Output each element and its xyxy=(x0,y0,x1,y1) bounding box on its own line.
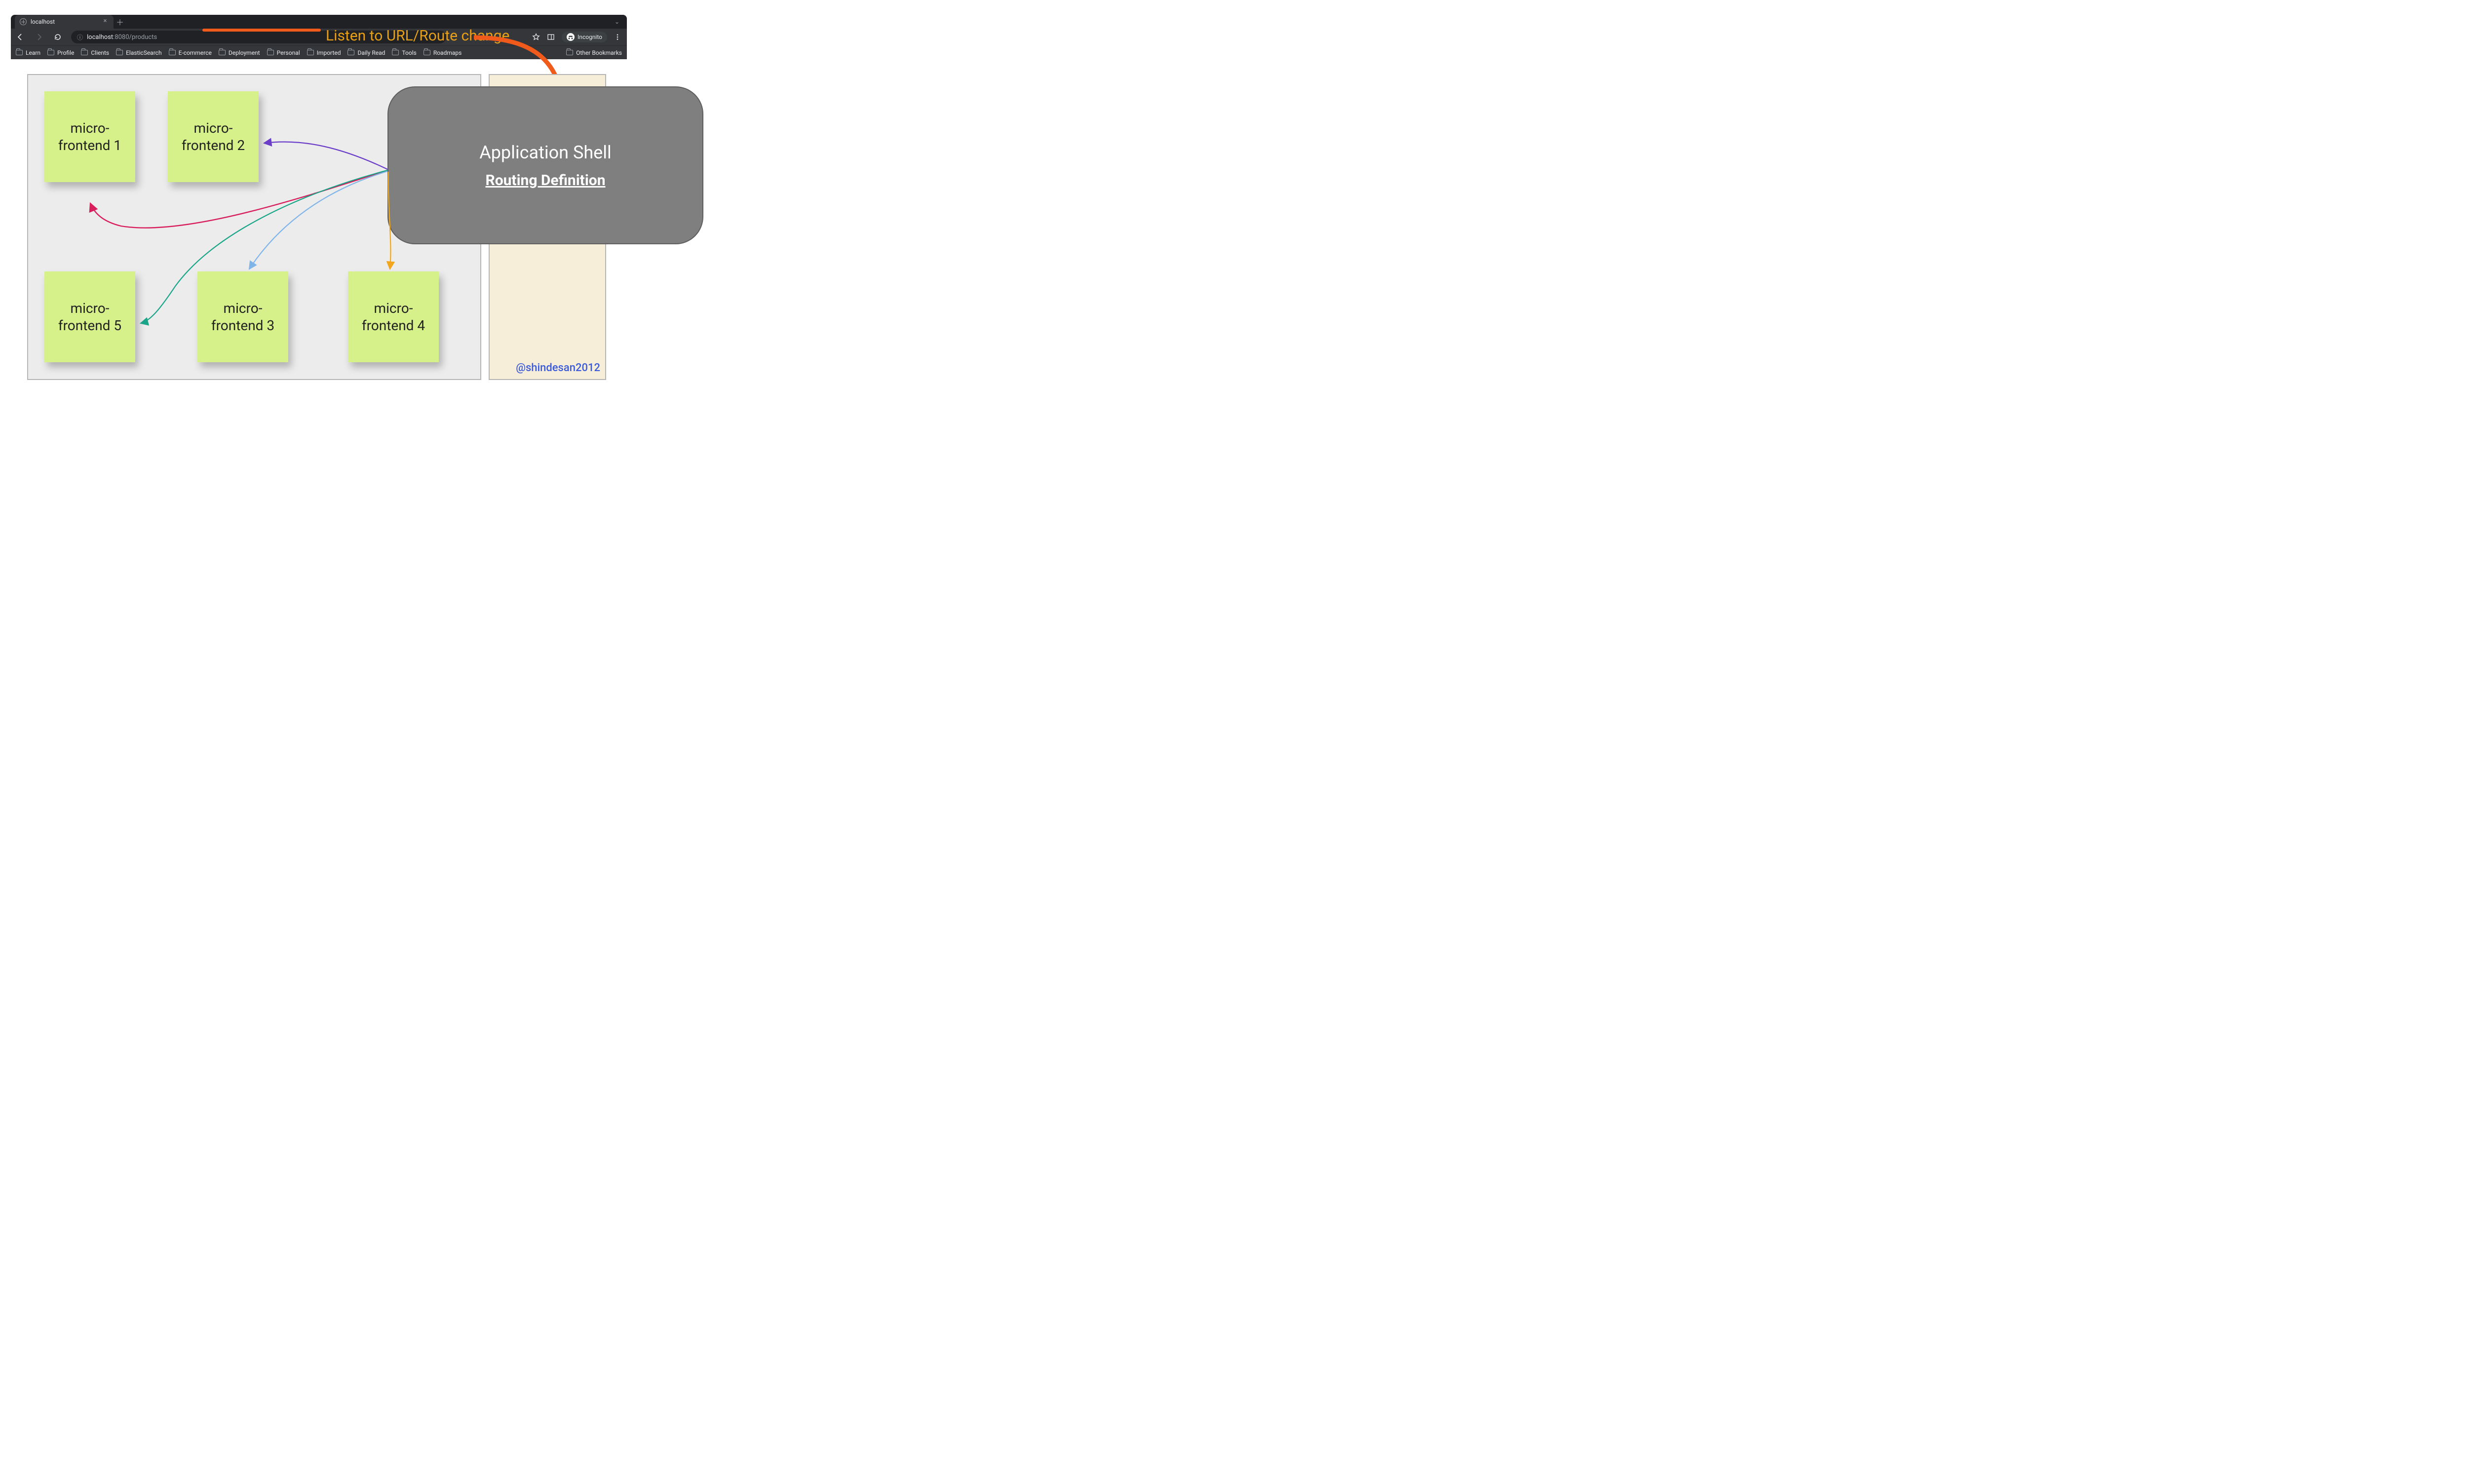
tabs-row: localhost × ＋ ⌄ xyxy=(11,15,627,29)
incognito-icon xyxy=(567,33,575,41)
browser-chrome: localhost × ＋ ⌄ ⓘ localhost:8080/product… xyxy=(11,15,627,59)
architecture-diagram: @shindesan2012 micro-frontend 1 micro-fr… xyxy=(27,74,607,380)
bookmark-folder-imported[interactable]: Imported xyxy=(307,49,341,56)
tab-title: localhost xyxy=(31,18,98,25)
back-button[interactable] xyxy=(15,32,26,42)
folder-icon xyxy=(267,50,274,55)
bookmark-folder-learn[interactable]: Learn xyxy=(16,49,40,56)
bookmark-folder-deployment[interactable]: Deployment xyxy=(219,49,260,56)
folder-icon xyxy=(392,50,399,55)
shell-title: Application Shell xyxy=(479,142,612,163)
close-icon[interactable]: × xyxy=(102,18,109,25)
bookmark-folder-tools[interactable]: Tools xyxy=(392,49,416,56)
note-mfe-5: micro-frontend 5 xyxy=(44,271,135,362)
bookmark-folder-ecommerce[interactable]: E-commerce xyxy=(169,49,212,56)
folder-icon xyxy=(47,50,54,55)
folder-icon xyxy=(424,50,430,55)
folder-icon xyxy=(16,50,23,55)
tab-active[interactable]: localhost × xyxy=(15,15,114,29)
note-mfe-2: micro-frontend 2 xyxy=(168,91,259,182)
shell-subtitle: Routing Definition xyxy=(485,172,605,189)
folder-icon xyxy=(347,50,354,55)
folder-icon xyxy=(116,50,123,55)
bookmark-star-icon[interactable] xyxy=(532,33,540,41)
diagram-canvas: localhost × ＋ ⌄ ⓘ localhost:8080/product… xyxy=(0,0,731,410)
folder-icon xyxy=(81,50,88,55)
kebab-menu-icon[interactable] xyxy=(614,34,621,40)
folder-icon xyxy=(307,50,314,55)
bookmarks-bar: Learn Profile Clients ElasticSearch E-co… xyxy=(11,45,627,59)
bookmark-folder-clients[interactable]: Clients xyxy=(81,49,109,56)
folder-icon xyxy=(566,50,573,55)
url-path: :8080/products xyxy=(113,34,157,41)
url-highlight-underline xyxy=(202,29,321,32)
url-host: localhost xyxy=(87,34,113,41)
bookmark-folder-daily-read[interactable]: Daily Read xyxy=(347,49,385,56)
note-mfe-1: micro-frontend 1 xyxy=(44,91,135,182)
globe-icon xyxy=(20,18,27,25)
folder-icon xyxy=(219,50,226,55)
author-attribution: @shindesan2012 xyxy=(516,362,600,374)
tabs-menu-button[interactable]: ⌄ xyxy=(611,15,623,29)
note-mfe-3: micro-frontend 3 xyxy=(197,271,288,362)
forward-button[interactable] xyxy=(34,32,44,42)
bookmark-folder-roadmaps[interactable]: Roadmaps xyxy=(424,49,462,56)
annotation-text: Listen to URL/Route change xyxy=(326,27,509,44)
application-shell-box: Application Shell Routing Definition xyxy=(387,86,703,244)
bookmark-folder-personal[interactable]: Personal xyxy=(267,49,300,56)
incognito-chip[interactable]: Incognito xyxy=(562,32,607,42)
side-panel-icon[interactable] xyxy=(547,33,555,41)
bookmark-folder-profile[interactable]: Profile xyxy=(47,49,74,56)
bookmark-folder-elasticsearch[interactable]: ElasticSearch xyxy=(116,49,161,56)
site-info-icon[interactable]: ⓘ xyxy=(77,33,83,41)
new-tab-button[interactable]: ＋ xyxy=(114,15,126,29)
incognito-label: Incognito xyxy=(578,34,602,40)
other-bookmarks[interactable]: Other Bookmarks xyxy=(566,49,622,56)
reload-button[interactable] xyxy=(52,32,63,42)
note-mfe-4: micro-frontend 4 xyxy=(348,271,439,362)
chrome-right: Incognito xyxy=(532,32,621,42)
folder-icon xyxy=(169,50,176,55)
